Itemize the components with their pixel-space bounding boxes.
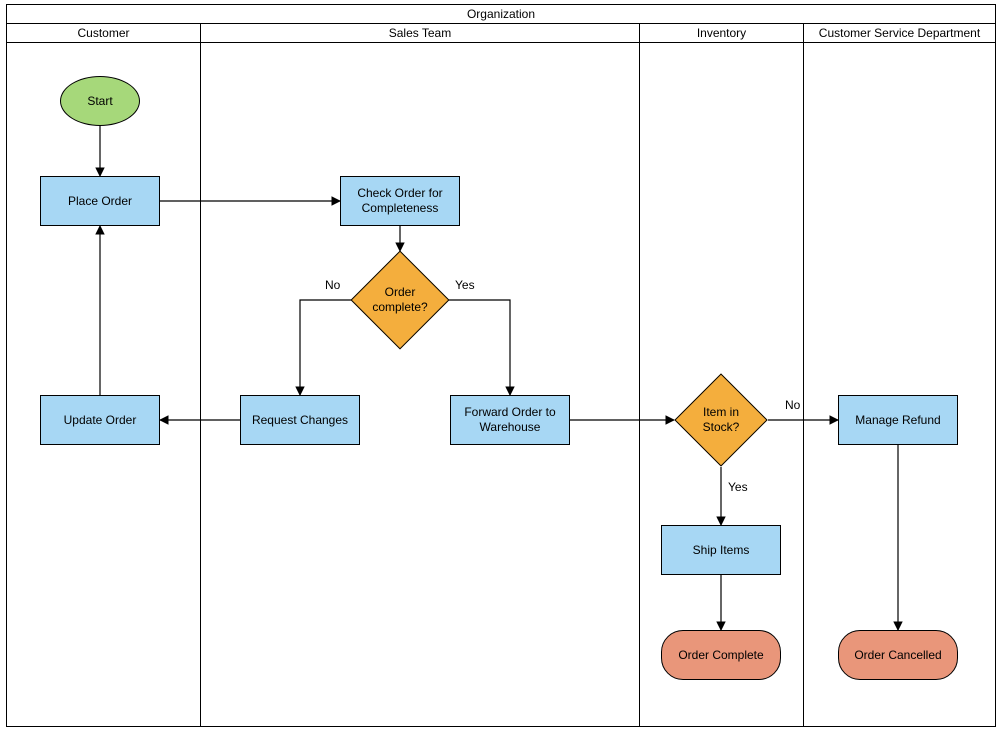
lane-body-csd bbox=[803, 42, 996, 727]
start-node: Start bbox=[60, 76, 140, 126]
node-label: Forward Order to Warehouse bbox=[455, 405, 565, 435]
edge-label-yes: Yes bbox=[455, 278, 475, 292]
node-label: Manage Refund bbox=[855, 413, 940, 428]
start-label: Start bbox=[87, 94, 112, 109]
lane-header-label: Inventory bbox=[697, 26, 746, 40]
update-order-node: Update Order bbox=[40, 395, 160, 445]
request-changes-node: Request Changes bbox=[240, 395, 360, 445]
node-label: Order Cancelled bbox=[854, 648, 941, 663]
lane-header-label: Sales Team bbox=[389, 26, 451, 40]
node-label: Request Changes bbox=[252, 413, 348, 428]
edge-label-yes: Yes bbox=[728, 480, 748, 494]
node-label: Item in Stock? bbox=[703, 405, 740, 434]
node-label: Update Order bbox=[64, 413, 137, 428]
lane-body-customer bbox=[6, 42, 201, 727]
lane-header-sales: Sales Team bbox=[200, 23, 640, 43]
lane-header-csd: Customer Service Department bbox=[803, 23, 996, 43]
node-label: Check Order for Completeness bbox=[345, 186, 455, 216]
node-label: Place Order bbox=[68, 194, 132, 209]
forward-order-node: Forward Order to Warehouse bbox=[450, 395, 570, 445]
pool-title: Organization bbox=[6, 4, 996, 24]
edge-label-no: No bbox=[325, 278, 340, 292]
swimlane-diagram: Organization Customer Sales Team Invento… bbox=[0, 0, 1001, 731]
node-label: Ship Items bbox=[693, 543, 750, 558]
node-label: Order Complete bbox=[678, 648, 763, 663]
lane-body-sales bbox=[200, 42, 640, 727]
node-label: Order complete? bbox=[372, 285, 427, 314]
edge-label-no: No bbox=[785, 398, 800, 412]
manage-refund-node: Manage Refund bbox=[838, 395, 958, 445]
check-order-node: Check Order for Completeness bbox=[340, 176, 460, 226]
place-order-node: Place Order bbox=[40, 176, 160, 226]
lane-header-label: Customer bbox=[77, 26, 129, 40]
ship-items-node: Ship Items bbox=[661, 525, 781, 575]
pool-title-text: Organization bbox=[467, 7, 535, 21]
order-complete-end-node: Order Complete bbox=[661, 630, 781, 680]
lane-header-label: Customer Service Department bbox=[819, 26, 980, 40]
lane-header-inventory: Inventory bbox=[639, 23, 804, 43]
order-cancelled-end-node: Order Cancelled bbox=[838, 630, 958, 680]
lane-header-customer: Customer bbox=[6, 23, 201, 43]
